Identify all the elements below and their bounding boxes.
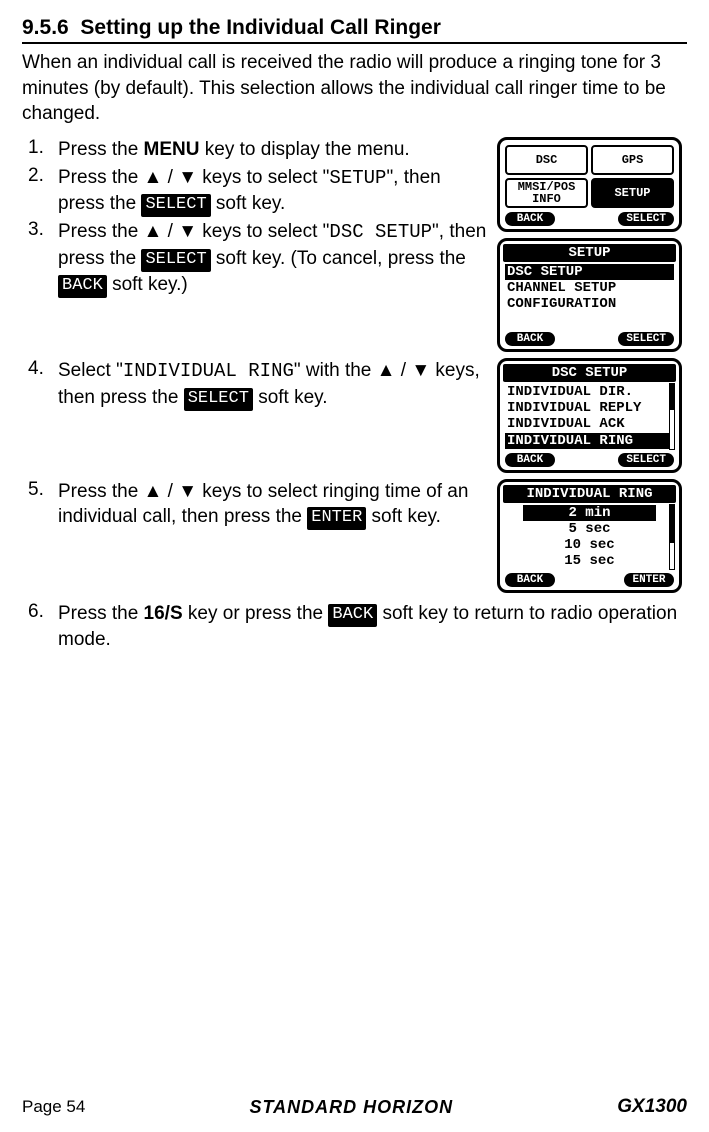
select-softkey: SELECT [618,332,674,346]
menu-item: CONFIGURATION [505,296,674,312]
softkey-row: BACK SELECT [503,330,676,346]
down-arrow: ▼ [178,167,197,188]
softkey-row: BACK SELECT [503,210,676,226]
individual-ring-text: INDIVIDUAL RING [123,360,294,382]
section-intro: When an individual call is received the … [22,50,687,127]
brand-logo: STANDARD HORIZON [249,1097,453,1118]
back-softkey: BACK [505,573,555,587]
down-arrow: ▼ [411,360,430,381]
enter-softkey: ENTER [307,507,366,530]
tile-dsc: DSC [505,145,588,175]
menu-item: INDIVIDUAL DIR. [505,384,674,400]
menu-item: INDIVIDUAL ACK [505,416,674,432]
step-text: Press the ▲ / ▼ keys to select "SETUP", … [58,165,497,218]
back-softkey: BACK [505,453,555,467]
section-number: 9.5.6 [22,16,69,39]
model-number: GX1300 [617,1096,687,1118]
step-2: 2. Press the ▲ / ▼ keys to select "SETUP… [22,165,497,218]
menu-item: CHANNEL SETUP [505,280,674,296]
menu-item: DSC SETUP [505,264,674,280]
scrollbar [669,504,675,570]
up-arrow: ▲ [377,360,396,381]
back-softkey: BACK [328,604,377,627]
menu-body: DSC SETUP CHANNEL SETUP CONFIGURATION [503,264,676,330]
menu-key: MENU [144,139,200,160]
step-5-row: 5. Press the ▲ / ▼ keys to select ringin… [22,479,687,593]
tile-setup: SETUP [591,178,674,208]
menu-body: 2 min 5 sec 10 sec 15 sec [503,505,676,571]
sixteen-s-key: 16/S [144,603,183,624]
step-4-row: 4. Select "INDIVIDUAL RING" with the ▲ /… [22,358,687,472]
select-softkey: SELECT [618,453,674,467]
figure-col-3: INDIVIDUAL RING 2 min 5 sec 10 sec 15 se… [497,479,687,593]
step-text: Press the 16/S key or press the BACK sof… [58,601,687,653]
step-num: 3. [22,219,58,241]
enter-softkey: ENTER [624,573,674,587]
step-3: 3. Press the ▲ / ▼ keys to select "DSC S… [22,219,497,298]
back-softkey: BACK [505,332,555,346]
menu-item: 5 sec [523,521,656,537]
figure-col-1: DSC GPS MMSI/POS INFO SETUP BACK SELECT … [497,137,687,352]
section-title: 9.5.6 Setting up the Individual Call Rin… [22,16,687,44]
down-arrow: ▼ [178,481,197,502]
select-softkey: SELECT [184,388,253,411]
step-num: 5. [22,479,58,501]
select-softkey: SELECT [141,194,210,217]
steps-1-3-row: 1. Press the MENU key to display the men… [22,137,687,352]
scrollbar [669,383,675,449]
step-text: Press the MENU key to display the menu. [58,137,497,163]
setup-text: SETUP [329,167,386,189]
select-softkey: SELECT [618,212,674,226]
menu-item [505,312,674,328]
step-num: 2. [22,165,58,187]
softkey-row: BACK ENTER [503,571,676,587]
lcd-dsc-setup: DSC SETUP INDIVIDUAL DIR. INDIVIDUAL REP… [497,358,682,472]
back-softkey: BACK [58,275,107,298]
step-text: Press the ▲ / ▼ keys to select ringing t… [58,479,497,531]
menu-item: 15 sec [523,553,656,569]
page-content: 9.5.6 Setting up the Individual Call Rin… [0,0,709,653]
select-softkey: SELECT [141,249,210,272]
lcd-title: DSC SETUP [503,364,676,382]
lcd-title: INDIVIDUAL RING [503,485,676,503]
lcd-title: SETUP [503,244,676,262]
section-heading: Setting up the Individual Call Ringer [80,16,441,39]
down-arrow: ▼ [178,221,197,242]
lcd-individual-ring: INDIVIDUAL RING 2 min 5 sec 10 sec 15 se… [497,479,682,593]
up-arrow: ▲ [144,221,163,242]
dsc-setup-text: DSC SETUP [329,221,432,243]
lcd-setup-menu: SETUP DSC SETUP CHANNEL SETUP CONFIGURAT… [497,238,682,352]
tile-mmsi: MMSI/POS INFO [505,178,588,208]
menu-item: 10 sec [523,537,656,553]
menu-item: 2 min [523,505,656,521]
back-softkey: BACK [505,212,555,226]
menu-body: INDIVIDUAL DIR. INDIVIDUAL REPLY INDIVID… [503,384,676,450]
tile-gps: GPS [591,145,674,175]
up-arrow: ▲ [144,167,163,188]
menu-item: INDIVIDUAL RING [505,433,674,449]
step-6-row: 6. Press the 16/S key or press the BACK … [22,601,687,653]
menu-tiles: DSC GPS MMSI/POS INFO SETUP [503,143,676,210]
page-footer: Page 54 STANDARD HORIZON GX1300 [22,1096,687,1118]
menu-item: INDIVIDUAL REPLY [505,400,674,416]
page-number: Page 54 [22,1097,85,1117]
step-text: Press the ▲ / ▼ keys to select "DSC SETU… [58,219,497,298]
lcd-main-menu: DSC GPS MMSI/POS INFO SETUP BACK SELECT [497,137,682,232]
step-1: 1. Press the MENU key to display the men… [22,137,497,163]
step-num: 4. [22,358,58,380]
step-num: 6. [22,601,58,623]
softkey-row: BACK SELECT [503,451,676,467]
step-num: 1. [22,137,58,159]
up-arrow: ▲ [144,481,163,502]
figure-col-2: DSC SETUP INDIVIDUAL DIR. INDIVIDUAL REP… [497,358,687,472]
step-text: Select "INDIVIDUAL RING" with the ▲ / ▼ … [58,358,497,411]
